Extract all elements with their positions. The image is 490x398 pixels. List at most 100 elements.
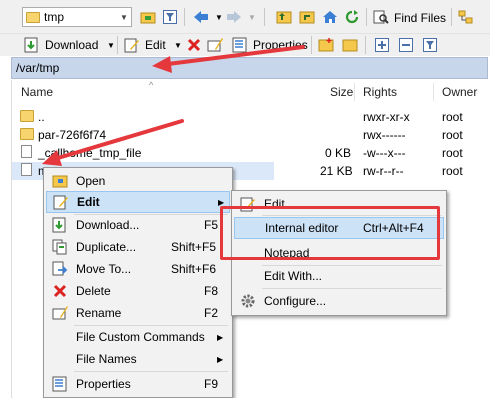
parent-dir-icon[interactable] [276, 9, 292, 25]
rename-icon[interactable] [207, 37, 223, 53]
toolbar-separator [264, 8, 265, 26]
menu-item-label: Edit With... [264, 269, 323, 283]
folder-icon[interactable] [342, 37, 358, 53]
context-menu: Open Edit ▶ Download... F5 Duplicate... … [43, 167, 233, 398]
delete-icon [51, 283, 68, 300]
file-name: _callhome_tmp_file [38, 146, 142, 160]
plus-icon[interactable] [374, 37, 390, 53]
chevron-down-icon[interactable]: ▼ [117, 13, 131, 22]
file-rights: rwxr-xr-x [363, 110, 410, 124]
move-icon [51, 261, 68, 278]
menu-item-label: Delete [76, 284, 111, 298]
file-row-parent[interactable]: .. rwxr-xr-x root [12, 108, 490, 126]
forward-icon[interactable] [226, 9, 242, 25]
current-path-bar: /var/tmp [11, 57, 488, 79]
open-icon [51, 173, 68, 190]
menu-separator [74, 371, 228, 372]
column-header-name[interactable]: Name [21, 85, 53, 99]
folder-icon [26, 11, 40, 23]
main-toolbar: tmp ▼ ▼ ▼ Find Files [0, 0, 490, 34]
toolbar-separator [311, 36, 312, 54]
folder-open-icon[interactable] [140, 9, 156, 25]
column-separator[interactable] [433, 83, 434, 101]
tree-icon[interactable] [458, 9, 474, 25]
home-icon[interactable] [322, 9, 338, 25]
properties-button[interactable]: Properties [253, 38, 308, 52]
back-dropdown-icon[interactable]: ▼ [211, 9, 227, 25]
current-path: /var/tmp [16, 61, 60, 75]
menu-item-label: File Names [76, 352, 137, 366]
gear-icon [239, 293, 256, 310]
refresh-icon[interactable] [344, 9, 360, 25]
submenu-item-configure[interactable]: Configure... [234, 290, 444, 312]
menu-item-label: Rename [76, 306, 122, 320]
edit-button[interactable]: Edit [145, 38, 166, 52]
properties-icon [232, 37, 248, 53]
root-dir-icon[interactable] [299, 9, 315, 25]
rename-icon [51, 305, 68, 322]
toolbar-separator [184, 8, 185, 26]
new-folder-icon[interactable] [318, 37, 334, 53]
menu-item-delete[interactable]: Delete F8 [46, 280, 230, 302]
menu-item-file-names[interactable]: File Names ▶ [46, 348, 230, 370]
menu-item-shortcut: F2 [204, 306, 219, 320]
submenu-arrow-icon: ▶ [217, 354, 224, 364]
menu-item-properties[interactable]: Properties F9 [46, 373, 230, 395]
menu-item-download[interactable]: Download... F5 [46, 214, 230, 236]
download-icon [24, 37, 40, 53]
filter-icon[interactable] [422, 37, 438, 53]
menu-item-edit[interactable]: Edit ▶ [46, 191, 230, 213]
chevron-down-icon[interactable]: ▼ [170, 37, 186, 53]
menu-item-shortcut: F9 [204, 377, 219, 391]
sort-ascending-icon: ^ [149, 80, 154, 90]
menu-item-move[interactable]: Move To... Shift+F6 [46, 258, 230, 280]
file-owner: root [442, 128, 463, 142]
submenu-arrow-icon: ▶ [217, 332, 224, 342]
file-toolbar: Download ▼ Edit ▼ Properties [0, 34, 490, 56]
menu-item-rename[interactable]: Rename F2 [46, 302, 230, 324]
toolbar-separator [451, 8, 452, 26]
find-files-button[interactable]: Find Files [394, 11, 446, 25]
column-separator[interactable] [354, 83, 355, 101]
toolbar-separator [365, 36, 366, 54]
toolbar-separator [117, 36, 118, 54]
menu-item-file-custom-commands[interactable]: File Custom Commands ▶ [46, 326, 230, 348]
menu-item-label: Move To... [76, 262, 132, 276]
minus-icon[interactable] [398, 37, 414, 53]
file-row[interactable]: par-726f6f74 rwx------ root [12, 126, 490, 144]
forward-dropdown-icon[interactable]: ▼ [244, 9, 260, 25]
file-owner: root [442, 164, 463, 178]
column-header-owner[interactable]: Owner [442, 85, 477, 99]
file-size: 0 KB [325, 146, 352, 160]
file-rights: -w---x--- [363, 146, 406, 160]
column-header-rights[interactable]: Rights [363, 85, 397, 99]
file-owner: root [442, 110, 463, 124]
toolbar-separator [366, 8, 367, 26]
back-icon[interactable] [193, 9, 209, 25]
file-row[interactable]: _callhome_tmp_file 0 KB -w---x--- root [12, 144, 490, 162]
delete-icon[interactable] [186, 37, 202, 53]
filter-icon[interactable] [162, 9, 178, 25]
menu-separator [262, 288, 442, 289]
path-combo[interactable]: tmp ▼ [22, 7, 132, 27]
file-icon [21, 145, 32, 158]
menu-item-duplicate[interactable]: Duplicate... Shift+F5 [46, 236, 230, 258]
download-button[interactable]: Download [45, 38, 98, 52]
menu-item-shortcut: Shift+F6 [171, 262, 217, 276]
menu-item-label: Properties [76, 377, 131, 391]
parent-folder-icon [20, 110, 34, 122]
find-icon[interactable] [373, 9, 389, 25]
file-icon [21, 163, 32, 176]
menu-item-shortcut: F5 [204, 218, 219, 232]
properties-icon [51, 376, 68, 393]
submenu-item-edit-with[interactable]: Edit With... [234, 265, 444, 287]
edit-icon [52, 194, 69, 211]
file-rights: rwx------ [363, 128, 406, 142]
menu-item-label: Duplicate... [76, 240, 137, 254]
menu-item-label: Open [76, 174, 106, 188]
menu-item-label: Download... [76, 218, 140, 232]
duplicate-icon [51, 239, 68, 256]
column-header-size[interactable]: Size [330, 85, 353, 99]
file-size: 21 KB [320, 164, 353, 178]
menu-item-open[interactable]: Open [46, 170, 230, 192]
